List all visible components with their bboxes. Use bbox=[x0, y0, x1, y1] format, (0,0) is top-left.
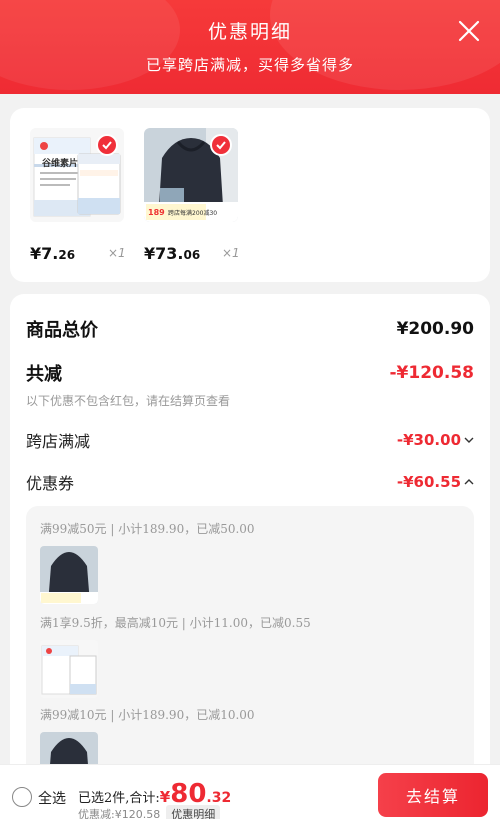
coupon-row[interactable]: 优惠券 -¥60.55 bbox=[26, 470, 474, 494]
select-all-label[interactable]: 全选 bbox=[38, 788, 66, 808]
discount-text: 优惠减:¥120.58 bbox=[78, 808, 161, 819]
medicine-box-image: 谷维素片 bbox=[30, 128, 124, 222]
hoodie-image: 189 跨店每满200减30 bbox=[144, 128, 238, 222]
header-decoration bbox=[270, 0, 500, 90]
product-card: 谷维素片 ¥7.26 ×1 189 跨店每满200减30 ¥73.06 ×1 bbox=[10, 108, 490, 282]
coupon-value-wrap: -¥60.55 bbox=[397, 473, 474, 491]
selected-check bbox=[96, 134, 118, 156]
chevron-down-icon bbox=[464, 437, 474, 443]
total-row: 商品总价 ¥200.90 bbox=[26, 316, 474, 342]
coupon-detail-text: 满99减50元 | 小计189.90，已减50.00 bbox=[40, 522, 255, 536]
header-decoration bbox=[0, 0, 180, 90]
discount-line: 优惠减:¥120.58 优惠明细 bbox=[78, 805, 221, 819]
cross-store-value-wrap: -¥30.00 bbox=[397, 431, 474, 449]
page-title: 优惠明细 bbox=[207, 21, 292, 43]
total-amount-dec: .32 bbox=[206, 790, 232, 806]
checkout-bar: 全选 已选2件,合计: ¥ 80 .32 优惠减:¥120.58 优惠明细 去结… bbox=[0, 764, 500, 819]
total-currency: ¥ bbox=[159, 788, 171, 806]
reduce-row: 共减 -¥120.58 bbox=[26, 360, 474, 386]
cross-store-label: 跨店满减 bbox=[26, 432, 91, 451]
reduce-label: 共减 bbox=[26, 364, 62, 385]
coupon-value: -¥60.55 bbox=[396, 473, 461, 491]
reduce-value: -¥120.58 bbox=[389, 363, 475, 383]
cross-store-value: -¥30.00 bbox=[396, 431, 461, 449]
total-line: 已选2件,合计: ¥ 80 .32 bbox=[78, 781, 231, 807]
selected-check bbox=[210, 134, 232, 156]
product-price: ¥7.26 bbox=[30, 244, 76, 263]
hoodie-thumbnail bbox=[40, 732, 98, 764]
select-all-radio[interactable] bbox=[12, 787, 32, 807]
check-icon bbox=[216, 141, 226, 150]
chevron-up-icon bbox=[464, 479, 474, 485]
check-icon bbox=[102, 141, 112, 150]
discount-detail-tag[interactable]: 优惠明细 bbox=[166, 805, 221, 819]
close-button[interactable] bbox=[456, 18, 482, 44]
discount-summary-card: 商品总价 ¥200.90 共减 -¥120.58 以下优惠不包含红包，请在结算页… bbox=[10, 294, 490, 764]
coupon-detail-text: 满99减10元 | 小计189.90，已减10.00 bbox=[40, 708, 255, 722]
header-banner: 优惠明细 已享跨店满减，买得多省得多 bbox=[0, 0, 500, 94]
medicine-thumbnail bbox=[40, 640, 98, 698]
checkout-button[interactable]: 去结算 bbox=[378, 773, 488, 817]
selected-count-text: 已选2件,合计: bbox=[78, 791, 160, 806]
hoodie-thumbnail bbox=[40, 546, 98, 604]
coupon-label: 优惠券 bbox=[26, 474, 75, 493]
product-badge-price: 189 bbox=[148, 208, 165, 217]
discount-note: 以下优惠不包含红包，请在结算页查看 bbox=[26, 394, 231, 408]
product-badge: 跨店每满200减30 bbox=[168, 210, 218, 217]
close-icon bbox=[458, 20, 480, 42]
product-quantity: ×1 bbox=[222, 246, 240, 260]
coupon-detail-panel: 满99减50元 | 小计189.90，已减50.00 满1享9.5折，最高减10… bbox=[26, 506, 474, 764]
product-quantity: ×1 bbox=[108, 246, 126, 260]
page-subtitle: 已享跨店满减，买得多省得多 bbox=[145, 56, 354, 74]
total-value: ¥200.90 bbox=[396, 319, 474, 339]
total-amount-int: 80 bbox=[170, 779, 207, 809]
product-price: ¥73.06 bbox=[144, 244, 201, 263]
medicine-box-label: 谷维素片 bbox=[42, 159, 79, 169]
coupon-detail-text: 满1享9.5折，最高减10元 | 小计11.00，已减0.55 bbox=[40, 616, 311, 630]
total-label: 商品总价 bbox=[26, 320, 98, 341]
cross-store-row[interactable]: 跨店满减 -¥30.00 bbox=[26, 428, 474, 452]
